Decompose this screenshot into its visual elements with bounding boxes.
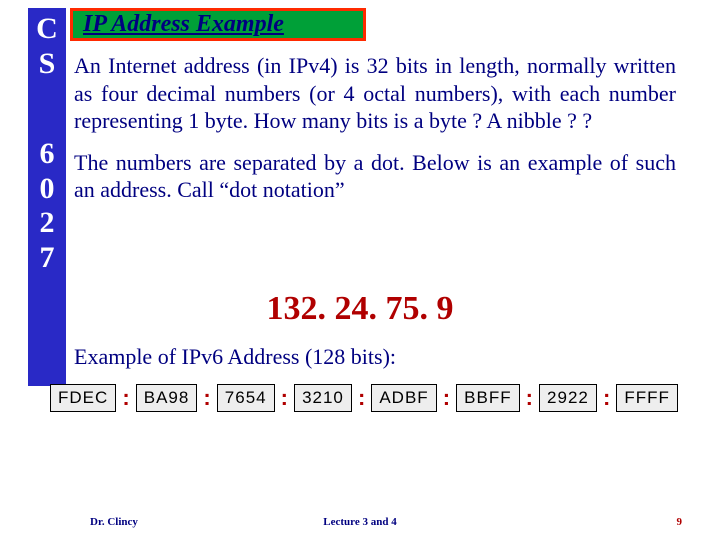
course-sidebar: C S 6 0 2 7 — [28, 8, 66, 386]
ipv6-group: FDEC — [50, 384, 116, 412]
ipv6-separator: : — [281, 385, 288, 411]
ipv6-group: 3210 — [294, 384, 352, 412]
sidebar-digit: 2 — [28, 206, 66, 241]
ipv6-group: FFFF — [616, 384, 678, 412]
ipv6-group: 2922 — [539, 384, 597, 412]
sidebar-letter: S — [28, 47, 66, 82]
ipv6-separator: : — [443, 385, 450, 411]
ipv6-label: Example of IPv6 Address (128 bits): — [74, 344, 396, 370]
ipv6-separator: : — [122, 385, 129, 411]
sidebar-digit: 7 — [28, 241, 66, 276]
paragraph: An Internet address (in IPv4) is 32 bits… — [74, 52, 676, 135]
ipv6-separator: : — [358, 385, 365, 411]
sidebar-digit: 0 — [28, 172, 66, 207]
footer-page-number: 9 — [677, 516, 683, 528]
ipv6-separator: : — [526, 385, 533, 411]
ipv6-group: BA98 — [136, 384, 198, 412]
footer-lecture: Lecture 3 and 4 — [0, 516, 720, 528]
ipv6-group: BBFF — [456, 384, 519, 412]
slide-title: IP Address Example — [70, 8, 366, 41]
ipv6-separator: : — [203, 385, 210, 411]
ipv6-group: ADBF — [371, 384, 436, 412]
ipv6-address-row: FDEC : BA98 : 7654 : 3210 : ADBF : BBFF … — [50, 384, 678, 412]
body-text: An Internet address (in IPv4) is 32 bits… — [74, 52, 676, 218]
sidebar-digit: 6 — [28, 137, 66, 172]
sidebar-letter: C — [28, 12, 66, 47]
ipv6-separator: : — [603, 385, 610, 411]
ipv4-example: 132. 24. 75. 9 — [0, 290, 720, 328]
paragraph: The numbers are separated by a dot. Belo… — [74, 149, 676, 204]
ipv6-group: 7654 — [217, 384, 275, 412]
